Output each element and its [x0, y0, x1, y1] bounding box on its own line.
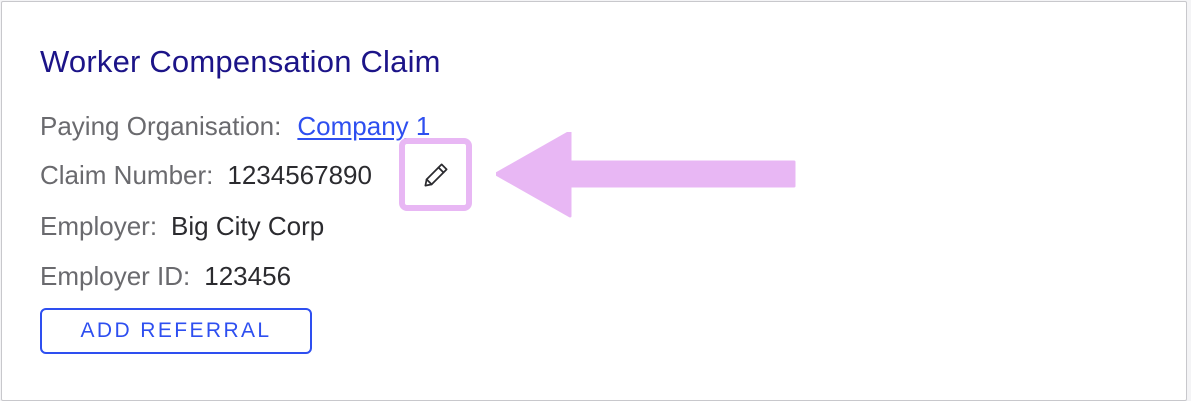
employer-value: Big City Corp [171, 210, 325, 241]
claim-card: Worker Compensation Claim Paying Organis… [1, 1, 1187, 401]
claim-number-value: 1234567890 [227, 159, 372, 190]
add-referral-button[interactable]: ADD REFERRAL [40, 308, 312, 354]
paying-organisation-link[interactable]: Company 1 [297, 111, 430, 142]
employer-label: Employer: [40, 210, 158, 241]
employer-id-value: 123456 [204, 260, 292, 291]
employer-id-row: Employer ID: 123456 [40, 258, 291, 294]
card-title: Worker Compensation Claim [40, 44, 441, 79]
pencil-icon [424, 163, 447, 186]
paying-organisation-label: Paying Organisation: [40, 110, 282, 141]
employer-row: Employer: Big City Corp [40, 208, 324, 244]
edit-claim-number-button[interactable] [399, 138, 472, 211]
claim-number-row: Claim Number: 1234567890 [40, 157, 372, 193]
claim-number-label: Claim Number: [40, 159, 214, 190]
left-arrow-annotation [496, 132, 796, 218]
paying-organisation-row: Paying Organisation: Company 1 [40, 108, 430, 144]
employer-id-label: Employer ID: [40, 260, 191, 291]
